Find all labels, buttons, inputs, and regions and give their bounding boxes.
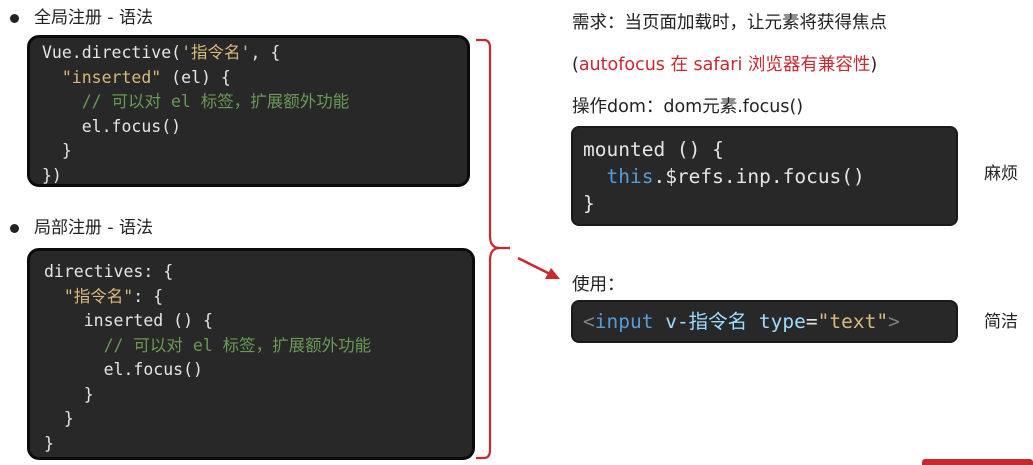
- usage-label: 使用：: [572, 275, 625, 295]
- code-line: "指令名": {: [63, 286, 164, 306]
- code-line: mounted () {: [583, 138, 724, 161]
- code-line: this.$refs.inp.focus(): [606, 165, 865, 188]
- bullet-dot: [10, 223, 19, 233]
- code-line: "inserted" (el) {: [61, 67, 231, 87]
- code-block-local: directives: { "指令名": { inserted () { // …: [27, 248, 475, 460]
- code-comment: // 可以对 el 标签，扩展额外功能: [81, 92, 350, 111]
- requirement-text: 需求：当页面加载时，让元素将获得焦点: [572, 13, 887, 33]
- code-block-usage: <input v-指令名 type="text">: [573, 302, 956, 341]
- note-simple: 简洁: [984, 312, 1018, 332]
- dom-operation-text: 操作dom：dom元素.focus(): [572, 97, 804, 117]
- bullet-local-registration: 局部注册 - 语法: [10, 218, 153, 238]
- code-comment: // 可以对 el 标签，扩展额外功能: [103, 335, 372, 355]
- code-line: el.focus(): [103, 360, 203, 379]
- code-line: }): [42, 165, 62, 185]
- compat-note: (autofocus 在 safari 浏览器有兼容性): [572, 55, 878, 75]
- code-line: }: [83, 384, 94, 404]
- bullet-local-label: 局部注册 - 语法: [34, 218, 153, 238]
- code-line: }: [44, 433, 54, 453]
- code-line: }: [61, 141, 72, 160]
- bullet-dot: [10, 13, 19, 23]
- note-trouble: 麻烦: [984, 164, 1018, 184]
- bullet-global-registration: 全局注册 - 语法: [10, 8, 153, 28]
- bullet-global-label: 全局注册 - 语法: [34, 8, 153, 28]
- code-line: el.focus(): [81, 116, 182, 136]
- code-block-global: Vue.directive('指令名', { "inserted" (el) {…: [27, 35, 470, 187]
- code-line: directives: {: [44, 262, 174, 281]
- corner-accent-bar: [922, 459, 1033, 465]
- code-line: }: [583, 192, 595, 215]
- code-line: inserted () {: [83, 311, 213, 330]
- code-line: Vue.directive('指令名', {: [42, 43, 281, 62]
- code-block-mounted: mounted () { this.$refs.inp.focus()}: [573, 128, 956, 224]
- compat-warning: autofocus 在 safari 浏览器有兼容性: [578, 55, 871, 75]
- arrow-icon: [517, 256, 560, 279]
- code-line: }: [63, 409, 74, 428]
